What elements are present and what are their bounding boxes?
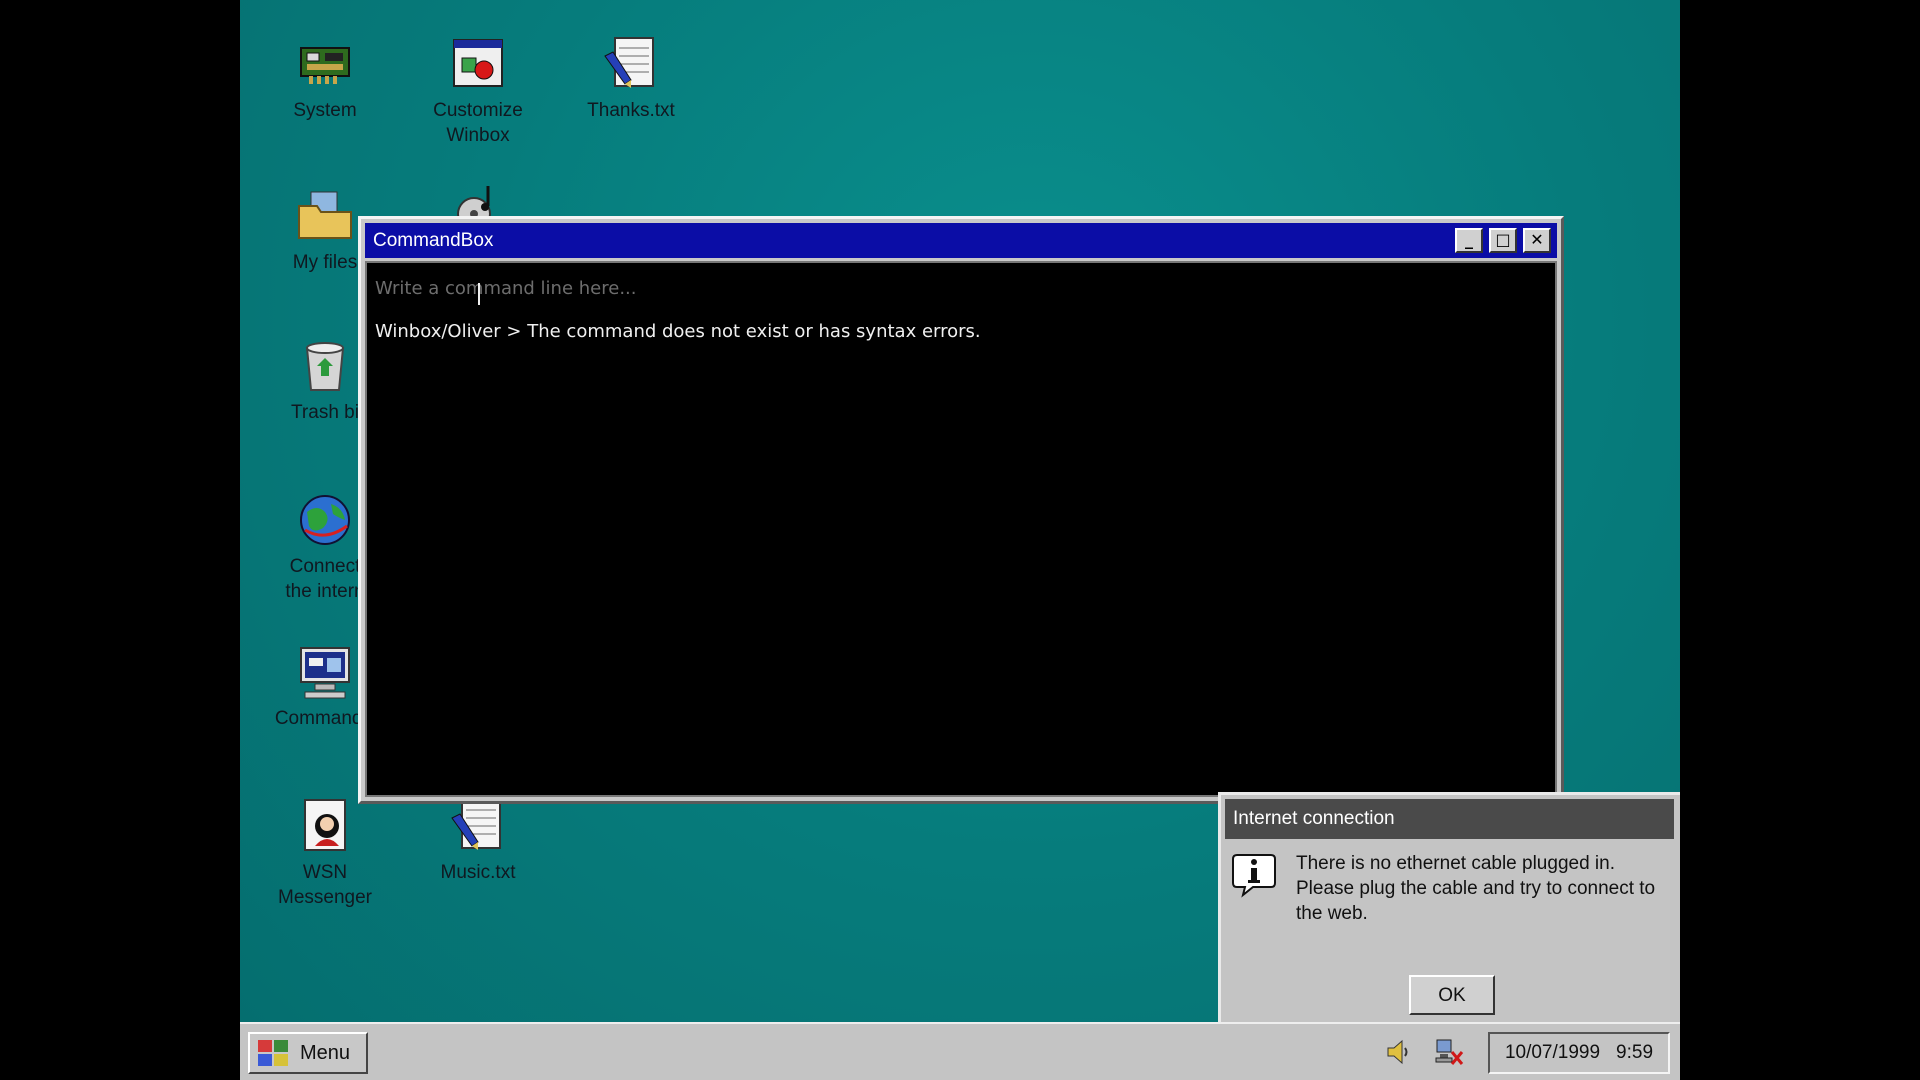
speaker-icon[interactable]	[1384, 1038, 1412, 1066]
commandbox-window: CommandBox _ □ ✕ Winbox/Oliver > The com…	[358, 216, 1564, 804]
messenger-icon	[304, 799, 346, 851]
notification-message: There is no ethernet cable plugged in. P…	[1296, 853, 1656, 924]
folder-icon	[298, 191, 352, 239]
maximize-button[interactable]: □	[1489, 228, 1517, 253]
menu-label: Menu	[300, 1041, 351, 1064]
desktop-icon-customize-winbox[interactable]: Customize Winbox	[413, 34, 543, 148]
winbox-logo-icon	[258, 1040, 288, 1066]
clock-date: 10/07/1999	[1504, 1042, 1601, 1063]
internet-connection-notification: Internet connection There is no ethernet…	[1218, 792, 1680, 1022]
text-document-icon	[451, 799, 501, 850]
customize-window-icon	[453, 39, 503, 87]
desktop-icon-label: Thanks.txt	[587, 100, 675, 121]
close-button[interactable]: ✕	[1523, 228, 1551, 253]
desktop-icon-label: System	[293, 100, 357, 121]
system-tray	[1384, 1038, 1464, 1066]
taskbar: Menu 10/07/1999 9:59	[240, 1022, 1680, 1080]
globe-icon	[300, 495, 350, 545]
window-titlebar[interactable]: CommandBox _ □ ✕	[365, 223, 1557, 258]
network-disconnected-icon[interactable]	[1434, 1038, 1464, 1066]
text-document-icon	[604, 37, 654, 88]
desktop-icon-thanks-txt[interactable]: Thanks.txt	[566, 34, 696, 123]
notification-title: Internet connection	[1225, 799, 1674, 839]
desktop-icon-music-txt[interactable]: Music.txt	[413, 796, 543, 885]
clock-time: 9:59	[1616, 1042, 1654, 1063]
desktop-icon-label: WSN Messenger	[278, 862, 372, 908]
clock[interactable]: 10/07/1999 9:59	[1488, 1032, 1670, 1074]
console-output-line: Winbox/Oliver > The command does not exi…	[375, 321, 981, 342]
terminal-computer-icon	[300, 647, 350, 699]
chip-board-icon	[300, 47, 350, 84]
trash-bin-icon	[305, 342, 345, 391]
start-menu-button[interactable]: Menu	[248, 1032, 368, 1074]
desktop-icon-system[interactable]: System	[260, 34, 390, 123]
desktop-icon-wsn-messenger[interactable]: WSN Messenger	[260, 796, 390, 910]
text-cursor-icon	[478, 283, 480, 305]
desktop: System Customize Winbox Thanks.txt My fi…	[240, 0, 1680, 1080]
console-area: Winbox/Oliver > The command does not exi…	[365, 261, 1557, 797]
desktop-icon-label: Customize Winbox	[433, 100, 523, 146]
window-controls: _ □ ✕	[1455, 228, 1551, 253]
info-icon	[1232, 854, 1276, 898]
desktop-icon-label: Music.txt	[440, 862, 516, 883]
minimize-button[interactable]: _	[1455, 228, 1483, 253]
ok-button[interactable]: OK	[1409, 975, 1495, 1015]
window-title: CommandBox	[373, 230, 494, 251]
command-input[interactable]	[373, 273, 1277, 303]
